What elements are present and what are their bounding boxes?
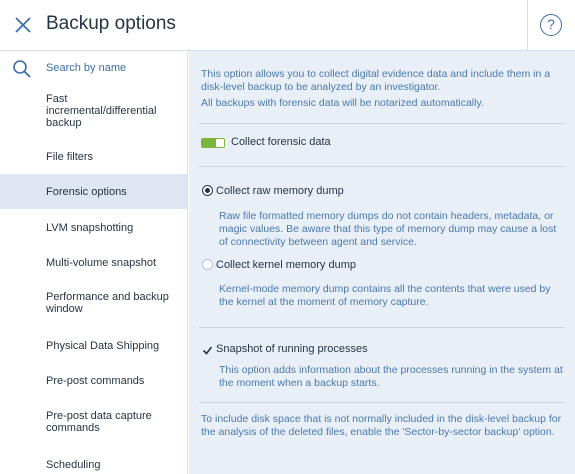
- options-sidebar: Search by name Fast incremental/differen…: [0, 51, 188, 474]
- close-icon: [15, 17, 31, 33]
- intro-text: This option allows you to collect digita…: [201, 68, 551, 93]
- dialog-title: Backup options: [46, 13, 176, 34]
- sidebar-item-label: Scheduling: [46, 458, 101, 471]
- sidebar-item-label: Pre-post commands: [46, 374, 145, 387]
- sidebar-item-forensic-options[interactable]: Forensic options: [0, 174, 187, 209]
- notarize-note: All backups with forensic data will be n…: [201, 97, 484, 109]
- sidebar-item-label: File filters: [46, 150, 94, 163]
- sidebar-item-pre-post-data-capture[interactable]: Pre-post data capture commands: [0, 402, 187, 442]
- sidebar-item-label: LVM snapshotting: [46, 221, 134, 234]
- sidebar-item-pre-post-commands[interactable]: Pre-post commands: [0, 363, 187, 398]
- search-placeholder: Search by name: [46, 62, 127, 74]
- kernel-dump-label: Collect kernel memory dump: [216, 259, 356, 271]
- sidebar-item-label: Multi-volume snapshot: [46, 256, 157, 269]
- sidebar-item-fast-incremental[interactable]: Fast incremental/differential backup: [0, 85, 187, 137]
- sidebar-item-multi-volume-snapshot[interactable]: Multi-volume snapshot: [0, 245, 187, 280]
- search-icon: [13, 60, 31, 78]
- sidebar-item-label: Fast incremental/differential backup: [46, 93, 157, 129]
- help-button[interactable]: ?: [540, 14, 562, 36]
- snapshot-description: This option adds information about the p…: [219, 364, 563, 389]
- collect-forensic-toggle[interactable]: [201, 138, 225, 148]
- close-button[interactable]: [12, 14, 34, 36]
- kernel-dump-radio[interactable]: [202, 259, 213, 270]
- header-divider: [527, 0, 528, 51]
- checkmark-icon: [202, 346, 213, 355]
- section-divider: [199, 166, 564, 167]
- raw-dump-description: Raw file formatted memory dumps do not c…: [219, 210, 557, 248]
- snapshot-checkbox[interactable]: [202, 343, 213, 355]
- kernel-dump-description: Kernel-mode memory dump contains all the…: [219, 283, 551, 308]
- section-divider: [199, 402, 564, 403]
- help-icon: ?: [547, 16, 555, 32]
- sidebar-item-file-filters[interactable]: File filters: [0, 139, 187, 174]
- toggle-knob: [216, 139, 224, 147]
- dialog-header: Backup options ?: [0, 0, 575, 51]
- collect-forensic-label: Collect forensic data: [231, 136, 331, 148]
- sidebar-item-label: Physical Data Shipping: [46, 339, 160, 352]
- snapshot-label: Snapshot of running processes: [216, 343, 368, 355]
- raw-dump-label: Collect raw memory dump: [216, 185, 344, 197]
- section-divider: [199, 123, 564, 124]
- sidebar-item-label: Forensic options: [46, 185, 127, 198]
- sector-by-sector-note: To include disk space that is not normal…: [201, 413, 562, 438]
- raw-dump-radio[interactable]: [202, 185, 213, 196]
- section-divider: [199, 327, 564, 328]
- sidebar-item-scheduling[interactable]: Scheduling: [0, 447, 187, 474]
- sidebar-item-performance[interactable]: Performance and backup window: [0, 283, 187, 323]
- sidebar-item-label: Performance and backup window: [46, 291, 169, 315]
- sidebar-item-lvm-snapshotting[interactable]: LVM snapshotting: [0, 210, 187, 245]
- sidebar-item-physical-data-shipping[interactable]: Physical Data Shipping: [0, 328, 187, 363]
- search-input[interactable]: Search by name: [0, 51, 188, 85]
- sidebar-item-label: Pre-post data capture commands: [46, 410, 152, 434]
